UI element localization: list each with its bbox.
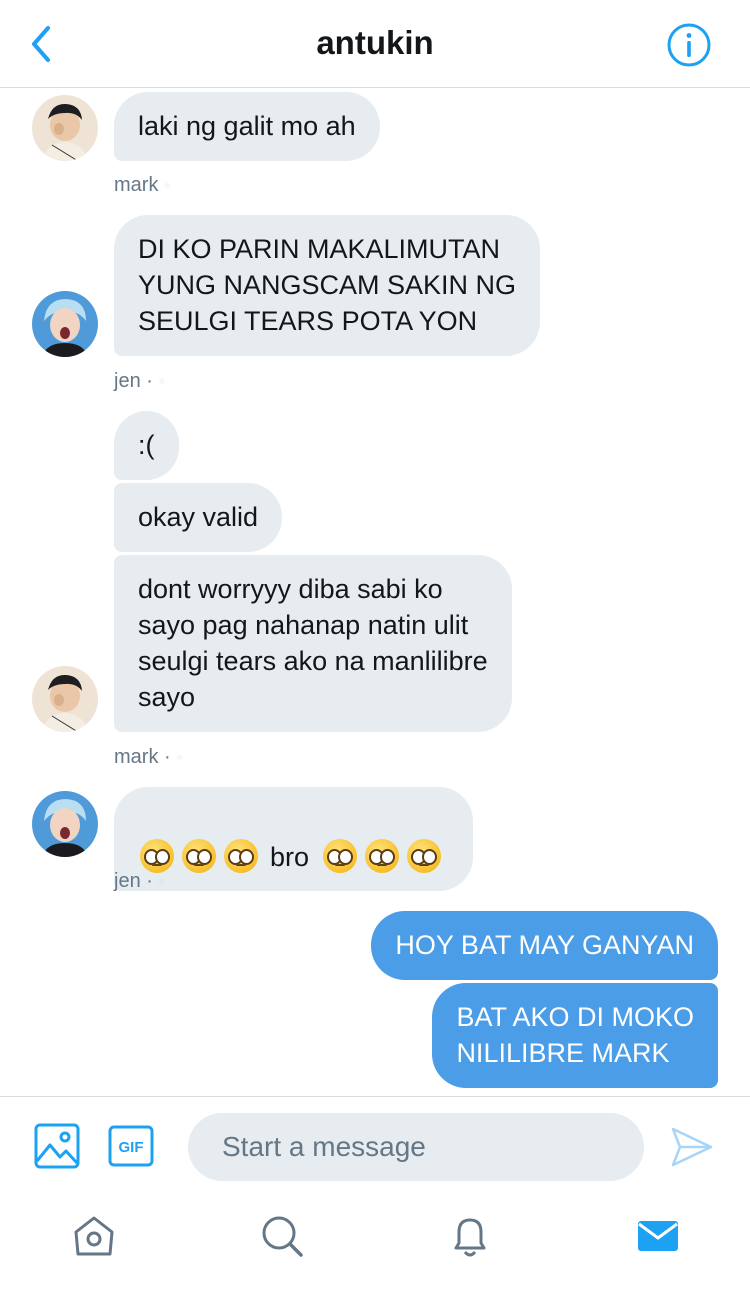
message-bubble[interactable]: DI KO PARIN MAKALIMUTAN YUNG NANGSCAM SA… xyxy=(114,215,541,356)
message-bubble[interactable]: dont worryyy diba sabi ko sayo pag nahan… xyxy=(114,555,512,732)
avatar-jen[interactable] xyxy=(32,791,98,857)
avatar-mark[interactable] xyxy=(32,95,98,161)
add-gif-button[interactable]: GIF xyxy=(108,1123,154,1174)
pleading-face-icon xyxy=(407,839,442,873)
message-input[interactable] xyxy=(188,1113,644,1181)
message-bubble-outgoing[interactable]: BAT AKO DI MOKO NILILIBRE MARK xyxy=(432,983,718,1088)
message-bubble-outgoing[interactable]: HOY BAT MAY GANYAN xyxy=(371,911,718,980)
send-button[interactable] xyxy=(670,1125,714,1174)
bell-icon xyxy=(454,1218,486,1257)
message-bubble[interactable]: laki ng galit mo ah xyxy=(114,92,380,161)
add-media-button[interactable] xyxy=(34,1123,80,1174)
pleading-face-icon xyxy=(140,839,174,873)
image-icon xyxy=(34,1123,80,1169)
conversation-title: antukin xyxy=(316,24,434,61)
message-bubble[interactable]: :( xyxy=(114,411,179,480)
avatar-jen[interactable] xyxy=(32,291,98,357)
message-composer: GIF xyxy=(0,1096,750,1194)
mail-icon xyxy=(638,1221,678,1251)
tab-notifications[interactable] xyxy=(446,1212,494,1260)
send-icon xyxy=(671,1127,713,1167)
conversation-info-button[interactable] xyxy=(666,22,712,68)
avatar-mark[interactable] xyxy=(32,666,98,732)
info-icon xyxy=(667,23,711,67)
message-meta: jen · · xyxy=(114,370,166,392)
bottom-tab-bar xyxy=(0,1194,750,1294)
message-meta: mark · xyxy=(114,174,171,196)
tab-messages[interactable] xyxy=(634,1212,682,1260)
pleading-face-icon xyxy=(224,839,258,873)
message-bubble[interactable]: bro xyxy=(114,787,474,891)
message-meta: jen · · xyxy=(114,870,166,892)
svg-text:GIF: GIF xyxy=(119,1139,144,1156)
home-icon xyxy=(74,1216,114,1256)
pleading-face-icon xyxy=(323,839,358,873)
message-bubble[interactable]: okay valid xyxy=(114,483,283,552)
gif-icon: GIF xyxy=(108,1125,154,1167)
message-thread[interactable]: laki ng galit mo ah mark · DI KO PARIN M… xyxy=(0,89,750,1095)
conversation-header: antukin xyxy=(0,0,750,88)
message-text: bro xyxy=(270,842,310,872)
message-meta: mark · · xyxy=(114,746,183,768)
pleading-face-icon xyxy=(365,839,400,873)
tab-search[interactable] xyxy=(258,1212,306,1260)
search-icon xyxy=(262,1216,303,1257)
tab-home[interactable] xyxy=(70,1212,118,1260)
pleading-face-icon xyxy=(182,839,216,873)
